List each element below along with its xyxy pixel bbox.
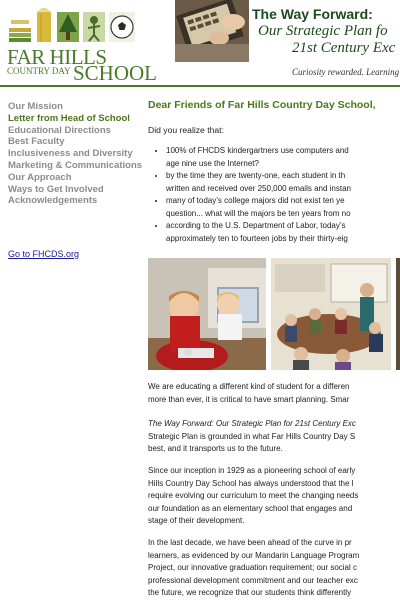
sidebar-item-inclusiveness[interactable]: Inclusiveness and Diversity	[8, 148, 144, 160]
sidebar-nav: Our Mission Letter from Head of School E…	[8, 101, 144, 207]
paragraph-line: our foundation as an elementary school t…	[148, 503, 353, 513]
hero-title: The Way Forward:	[252, 6, 373, 22]
school-logo[interactable]: FAR HILLS COUNTRY DAY SCHOOL	[7, 8, 157, 85]
sidebar-item-our-approach[interactable]: Our Approach	[8, 172, 144, 184]
site-header: FAR HILLS COUNTRY DAY SCHOOL The Way For…	[0, 0, 400, 87]
paragraph-line: more than ever, it is critical to have s…	[148, 394, 350, 404]
page-title: Dear Friends of Far Hills Country Day Sc…	[148, 99, 376, 111]
books-icon	[9, 20, 31, 42]
list-item-line: question... what will the majors be ten …	[166, 208, 351, 218]
hero-subtitle-line1: Our Strategic Plan fo	[258, 23, 388, 39]
photo-children-at-computer	[148, 258, 266, 370]
paragraph-line: Since our inception in 1929 as a pioneer…	[148, 466, 356, 475]
logo-icons	[9, 8, 135, 42]
photo-strip	[148, 258, 400, 370]
paragraph-line: best, and it transports us to the future…	[148, 444, 283, 453]
list-item-line: by the time they are twenty-one, each st…	[166, 171, 346, 180]
sidebar-item-our-mission[interactable]: Our Mission	[8, 101, 144, 113]
list-item-line: 100% of FHCDS kindergartners use compute…	[166, 146, 349, 155]
sidebar-item-acknowledgements[interactable]: Acknowledgements	[8, 195, 144, 207]
sidebar-item-best-faculty[interactable]: Best Faculty	[8, 136, 144, 148]
plan-title-italic: The Way Forward: Our Strategic Plan for …	[148, 419, 356, 428]
paragraph-last-decade: In the last decade, we have been ahead o…	[148, 537, 400, 600]
list-item: by the time they are twenty-one, each st…	[166, 170, 400, 195]
paragraph-line: Project, our innovative graduation requi…	[148, 563, 357, 572]
sidebar-item-get-involved[interactable]: Ways to Get Involved	[8, 184, 144, 196]
facts-list: 100% of FHCDS kindergartners use compute…	[148, 145, 400, 245]
paragraph-line: stage of their development.	[148, 516, 245, 525]
paragraph-line: Strategic Plan is grounded in what Far H…	[148, 431, 356, 441]
hero-tagline: Curiosity rewarded. Learning	[292, 67, 400, 77]
main-content: Dear Friends of Far Hills Country Day Sc…	[148, 99, 400, 245]
header-divider	[0, 85, 400, 87]
figure-icon	[83, 12, 105, 42]
list-item-line: approximately ten to fourteen jobs by th…	[166, 233, 348, 243]
go-to-fhcds-link[interactable]: Go to FHCDS.org	[8, 249, 79, 259]
paragraph-line: professional development commitment and …	[148, 575, 358, 585]
sidebar-item-educational-directions[interactable]: Educational Directions	[8, 125, 144, 137]
list-item: many of today’s college majors did not e…	[166, 195, 400, 220]
intro-text: Did you realize that:	[148, 125, 224, 135]
photo-classroom-discussion	[271, 258, 391, 370]
pencil-icon	[37, 8, 51, 42]
paragraph-line: the future, we recognize that our studen…	[148, 588, 352, 597]
list-item-line: according to the U.S. Department of Labo…	[166, 221, 346, 230]
list-item: 100% of FHCDS kindergartners use compute…	[166, 145, 400, 170]
soccer-ball-icon	[109, 12, 135, 42]
tree-icon	[57, 12, 79, 42]
paragraph-inception: Since our inception in 1929 as a pioneer…	[148, 465, 400, 528]
paragraph-strategic-plan: The Way Forward: Our Strategic Plan for …	[148, 418, 400, 456]
paragraph-line: learners, as evidenced by our Mandarin L…	[148, 550, 360, 560]
paragraph-line: In the last decade, we have been ahead o…	[148, 538, 352, 547]
hero-subtitle-line2: 21st Century Exc	[292, 40, 396, 56]
paragraph-different-student: We are educating a different kind of stu…	[148, 381, 400, 406]
photo-partial	[396, 258, 400, 370]
list-item-line: many of today’s college majors did not e…	[166, 196, 345, 205]
list-item-line: written and received over 250,000 emails…	[166, 183, 351, 193]
paragraph-line: Hills Country Day School has always unde…	[148, 478, 354, 488]
list-item: according to the U.S. Department of Labo…	[166, 220, 400, 245]
paragraph-line: The Way Forward: Our Strategic Plan for …	[148, 418, 400, 431]
logo-text-country-day: COUNTRY DAY	[7, 66, 71, 76]
sidebar-item-letter-from-head[interactable]: Letter from Head of School	[8, 113, 144, 125]
hero-photo-hands-typing	[175, 0, 249, 62]
sidebar-item-marketing[interactable]: Marketing & Communications	[8, 160, 144, 172]
logo-text-school: SCHOOL	[73, 61, 158, 85]
list-item-line: age nine use the Internet?	[166, 158, 259, 168]
paragraph-line: We are educating a different kind of stu…	[148, 382, 350, 391]
paragraph-line: require evolving our curriculum to meet …	[148, 491, 359, 500]
